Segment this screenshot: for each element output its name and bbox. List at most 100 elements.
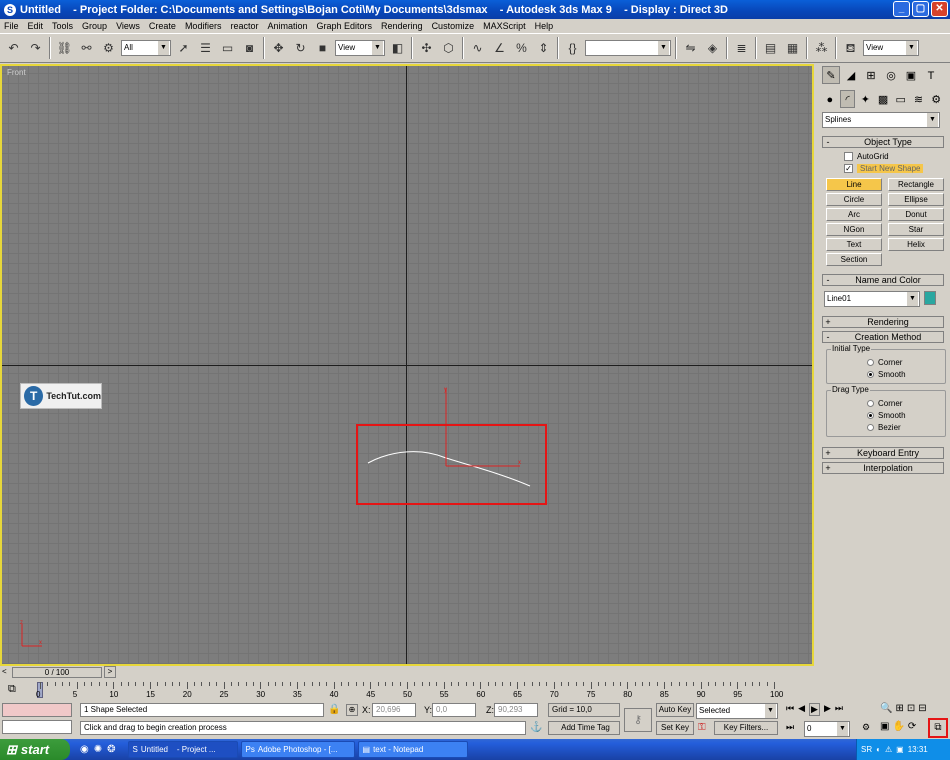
start-button[interactable]: ⊞ start: [0, 739, 70, 760]
donut-button[interactable]: Donut: [888, 208, 944, 221]
menu-views[interactable]: Views: [116, 21, 140, 31]
time-prev-arrow-icon[interactable]: <: [2, 667, 7, 676]
z-coordinate-field[interactable]: 90,293: [494, 703, 538, 717]
rollout-name-and-color[interactable]: - Name and Color: [822, 274, 944, 286]
systems-icon[interactable]: ⚙: [928, 90, 944, 108]
ellipse-button[interactable]: Ellipse: [888, 193, 944, 206]
menu-rendering[interactable]: Rendering: [381, 21, 423, 31]
zoom-all-icon[interactable]: ⊞: [895, 703, 903, 714]
arc-button[interactable]: Arc: [826, 208, 882, 221]
star-button[interactable]: Star: [888, 223, 944, 236]
helpers-icon[interactable]: ▭: [893, 90, 909, 108]
time-configuration-icon[interactable]: ⚙: [862, 722, 870, 733]
rollout-keyboard-entry[interactable]: + Keyboard Entry: [822, 447, 944, 459]
auto-key-button[interactable]: Auto Key: [656, 703, 694, 717]
named-selection-dropdown[interactable]: [585, 40, 671, 56]
text-button[interactable]: Text: [826, 238, 882, 251]
reference-coordinate-dropdown[interactable]: View: [335, 40, 385, 56]
rollout-object-type[interactable]: - Object Type: [822, 136, 944, 148]
menu-graph-editors[interactable]: Graph Editors: [317, 21, 373, 31]
start-new-shape-button[interactable]: Start New Shape: [857, 163, 924, 173]
object-name-field[interactable]: Line01: [824, 291, 920, 307]
zoom-icon[interactable]: 🔍: [880, 703, 892, 714]
space-warps-icon[interactable]: ≋: [911, 90, 927, 108]
move-icon[interactable]: ✥: [269, 38, 288, 58]
security-icon[interactable]: ⚠: [885, 745, 892, 754]
rollout-interpolation[interactable]: + Interpolation: [822, 462, 944, 474]
create-tab-icon[interactable]: ✎: [822, 66, 840, 84]
front-viewport[interactable]: Front T TechTut.com y x z x: [0, 64, 814, 666]
line-button[interactable]: Line: [826, 178, 882, 191]
zoom-extents-all-icon[interactable]: ⊟: [918, 703, 926, 714]
object-category-dropdown[interactable]: Splines: [822, 112, 940, 128]
pan-icon[interactable]: ✋: [892, 721, 904, 732]
align-icon[interactable]: ◈: [703, 38, 722, 58]
render-scene-icon[interactable]: ⛾: [841, 38, 860, 58]
ngon-button[interactable]: NGon: [826, 223, 882, 236]
maximize-button[interactable]: ▢: [912, 1, 929, 17]
x-coordinate-field[interactable]: 20,696: [372, 703, 416, 717]
go-to-end-icon[interactable]: ⏭: [835, 703, 843, 716]
menu-file[interactable]: File: [4, 21, 19, 31]
initial-type-corner-radio[interactable]: Corner: [867, 356, 945, 368]
scale-icon[interactable]: ■: [313, 38, 332, 58]
track-bar[interactable]: ⧉ 0 5 10 15 20 25 30 35 40 45 50 55 60 65 70 75 80 85 90 95…: [0, 680, 815, 701]
set-key-icon[interactable]: ⚷: [624, 708, 652, 732]
angle-snap-icon[interactable]: ∠: [490, 38, 509, 58]
utilities-tab-icon[interactable]: T: [922, 66, 940, 84]
mirror-icon[interactable]: ⇋: [681, 38, 700, 58]
select-by-name-icon[interactable]: ☰: [196, 38, 215, 58]
key-mode-dropdown[interactable]: Selected: [696, 703, 778, 719]
menu-create[interactable]: Create: [149, 21, 176, 31]
render-view-dropdown[interactable]: View: [863, 40, 919, 56]
motion-tab-icon[interactable]: ◎: [882, 66, 900, 84]
modify-tab-icon[interactable]: ◢: [842, 66, 860, 84]
rotate-icon[interactable]: ↻: [291, 38, 310, 58]
redo-icon[interactable]: ↷: [26, 38, 45, 58]
time-slider[interactable]: 0 / 100: [12, 667, 102, 678]
previous-frame-icon[interactable]: ◀: [798, 703, 805, 716]
rectangle-button[interactable]: Rectangle: [888, 178, 944, 191]
taskbar-item-photoshop[interactable]: Ps Adobe Photoshop - [...: [240, 741, 355, 758]
spinner-snap-icon[interactable]: ⇕: [534, 38, 553, 58]
key-filters-button[interactable]: Key Filters...: [714, 721, 778, 735]
shapes-icon[interactable]: ◜: [839, 90, 856, 108]
keyboard-shortcut-override-icon[interactable]: ⬡: [439, 38, 458, 58]
display-tab-icon[interactable]: ▣: [902, 66, 920, 84]
maxscript-listener-mini[interactable]: [2, 703, 72, 717]
maximize-viewport-toggle-icon[interactable]: ⧉: [928, 718, 948, 738]
zoom-extents-icon[interactable]: ⊡: [907, 703, 915, 714]
select-and-manipulate-icon[interactable]: ✣: [417, 38, 436, 58]
key-mode-toggle-icon[interactable]: ⏭: [786, 722, 794, 733]
unlink-icon[interactable]: ⚯: [77, 38, 96, 58]
absolute-mode-toggle-icon[interactable]: ⊕: [346, 704, 358, 716]
schematic-view-icon[interactable]: ▦: [783, 38, 802, 58]
hierarchy-tab-icon[interactable]: ⊞: [862, 66, 880, 84]
add-time-tag-button[interactable]: Add Time Tag: [548, 721, 620, 735]
circle-button[interactable]: Circle: [826, 193, 882, 206]
time-next-arrow-icon[interactable]: >: [104, 666, 116, 678]
next-frame-icon[interactable]: ▶: [824, 703, 831, 716]
media-icon[interactable]: ❂: [107, 744, 115, 755]
object-color-swatch[interactable]: [924, 291, 936, 305]
percent-snap-icon[interactable]: %: [512, 38, 531, 58]
set-key-button[interactable]: Set Key: [656, 721, 694, 735]
ie-icon[interactable]: ◉: [80, 744, 89, 755]
taskbar-item-3dsmax[interactable]: S Untitled - Project ...: [127, 741, 238, 758]
undo-icon[interactable]: ↶: [4, 38, 23, 58]
menu-edit[interactable]: Edit: [28, 21, 44, 31]
drag-type-bezier-radio[interactable]: Bezier: [867, 421, 945, 433]
cameras-icon[interactable]: ▩: [875, 90, 891, 108]
geometry-icon[interactable]: ●: [822, 90, 838, 108]
region-zoom-icon[interactable]: ▣: [880, 721, 889, 732]
section-button[interactable]: Section: [826, 253, 882, 266]
bind-space-warp-icon[interactable]: ⚙: [99, 38, 118, 58]
menu-group[interactable]: Group: [82, 21, 107, 31]
drag-type-smooth-radio[interactable]: Smooth: [867, 409, 945, 421]
lights-icon[interactable]: ✦: [857, 90, 873, 108]
firefox-icon[interactable]: ✺: [94, 744, 102, 755]
autogrid-checkbox[interactable]: AutoGrid: [844, 150, 950, 162]
menu-tools[interactable]: Tools: [52, 21, 73, 31]
curve-editor-icon[interactable]: ▤: [761, 38, 780, 58]
3dsmax-app-icon[interactable]: S: [4, 3, 16, 16]
